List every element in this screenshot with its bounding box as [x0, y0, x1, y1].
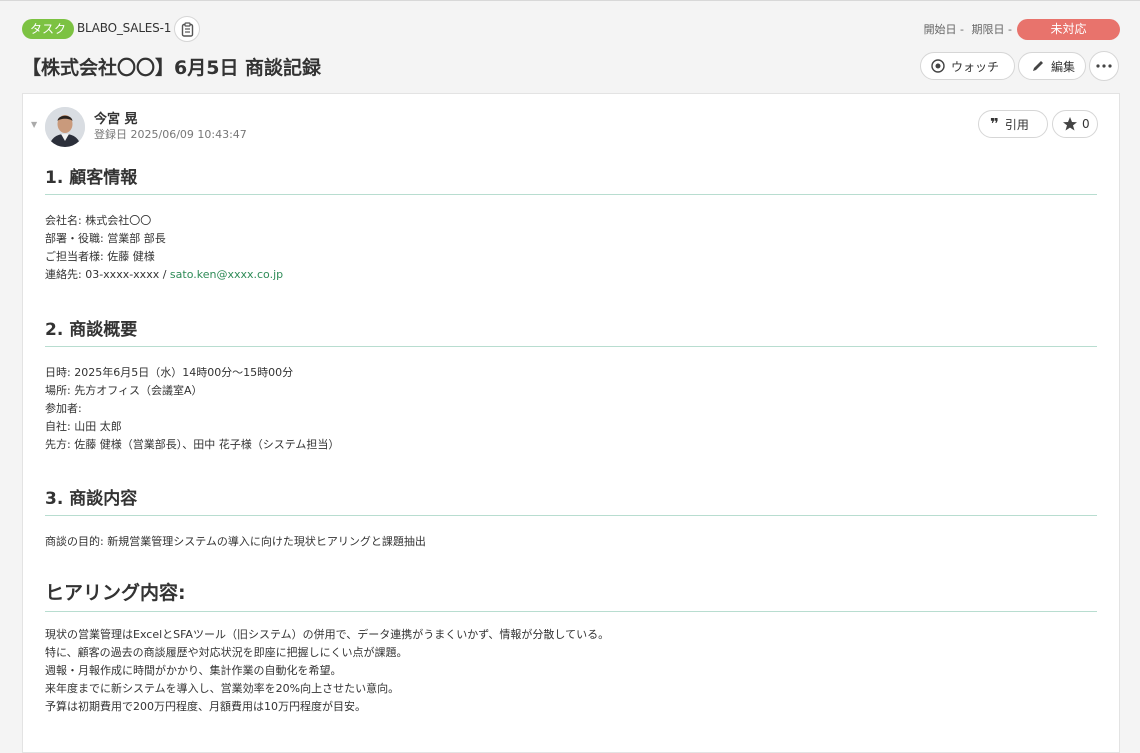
more-icon — [1096, 64, 1112, 68]
text-line: ご担当者様: 佐藤 健様 — [45, 250, 155, 263]
status-badge[interactable]: 未対応 — [1017, 19, 1120, 40]
text-line: 週報・月報作成に時間がかかり、集計作業の自動化を希望。 — [45, 664, 342, 677]
watch-button[interactable]: ウォッチ — [920, 52, 1015, 80]
page-title: 【株式会社〇〇】6月5日 商談記録 — [22, 57, 322, 79]
eye-icon — [931, 59, 945, 73]
contact-prefix: 連絡先: 03-xxxx-xxxx / — [45, 268, 170, 281]
issue-header: タスク BLABO_SALES-1 開始日 - 期限日 - 未対応 【株式会社〇… — [0, 0, 1140, 90]
quote-button[interactable]: ❞ 引用 — [978, 110, 1048, 138]
text-line: 部署・役職: 営業部 部長 — [45, 232, 166, 245]
text-line: 予算は初期費用で200万円程度、月額費用は10万円程度が目安。 — [45, 700, 366, 713]
text-line: 会社名: 株式会社〇〇 — [45, 214, 152, 227]
due-date: 期限日 - — [971, 23, 1012, 36]
text-line: 商談の目的: 新規営業管理システムの導入に向けた現状ヒアリングと課題抽出 — [45, 535, 426, 548]
text-line: 参加者: — [45, 402, 82, 415]
star-icon — [1062, 116, 1078, 132]
quote-icon: ❞ — [990, 115, 999, 133]
text-line: 現状の営業管理はExcelとSFAツール（旧システム）の併用で、データ連携がうま… — [45, 628, 610, 641]
comment-author[interactable]: 今宮 晃 — [94, 108, 138, 127]
copy-key-button[interactable] — [174, 16, 200, 42]
contact-line: 連絡先: 03-xxxx-xxxx / sato.ken@xxxx.co.jp — [45, 266, 283, 284]
issue-key: BLABO_SALES-1 — [77, 21, 172, 35]
pencil-icon — [1031, 59, 1045, 73]
issue-type-badge[interactable]: タスク — [22, 19, 75, 39]
text-line: 日時: 2025年6月5日（水）14時00分～15時00分 — [45, 366, 294, 379]
section-heading-customer: 1. 顧客情報 — [45, 163, 1097, 195]
clipboard-icon — [181, 21, 193, 37]
section-heading-hearing: ヒアリング内容: — [45, 578, 1097, 612]
section-heading-content: 3. 商談内容 — [45, 484, 1097, 516]
section-heading-overview: 2. 商談概要 — [45, 315, 1097, 347]
start-date: 開始日 - — [923, 23, 965, 36]
avatar — [45, 107, 85, 147]
text-line: 自社: 山田 太郎 — [45, 420, 122, 433]
customer-info: 会社名: 株式会社〇〇 部署・役職: 営業部 部長 ご担当者様: 佐藤 健様 連… — [45, 212, 283, 284]
text-line: 先方: 佐藤 健様（営業部長）、田中 花子様（システム担当） — [45, 438, 340, 451]
watch-label: ウォッチ — [951, 59, 1000, 74]
email-link[interactable]: sato.ken@xxxx.co.jp — [170, 268, 283, 281]
collapse-toggle-icon[interactable]: ▼ — [31, 120, 37, 129]
more-actions-button[interactable] — [1089, 51, 1119, 81]
quote-label: 引用 — [1004, 117, 1029, 132]
hearing-details: 現状の営業管理はExcelとSFAツール（旧システム）の併用で、データ連携がうま… — [45, 626, 609, 716]
edit-button[interactable]: 編集 — [1018, 52, 1086, 80]
star-count: 0 — [1082, 117, 1090, 131]
meeting-overview: 日時: 2025年6月5日（水）14時00分～15時00分 場所: 先方オフィス… — [45, 364, 339, 454]
registered-date: 登録日 2025/06/09 10:43:47 — [94, 128, 247, 141]
text-line: 来年度までに新システムを導入し、営業効率を20%向上させたい意向。 — [45, 682, 400, 695]
text-line: 特に、顧客の過去の商談履歴や対応状況を即座に把握しにくい点が課題。 — [45, 646, 408, 659]
meeting-purpose: 商談の目的: 新規営業管理システムの導入に向けた現状ヒアリングと課題抽出 — [45, 533, 426, 551]
text-line: 場所: 先方オフィス（会議室A） — [45, 384, 203, 397]
edit-label: 編集 — [1051, 59, 1076, 74]
star-button[interactable]: 0 — [1052, 110, 1098, 138]
date-meta: 開始日 - 期限日 - — [920, 21, 1012, 37]
